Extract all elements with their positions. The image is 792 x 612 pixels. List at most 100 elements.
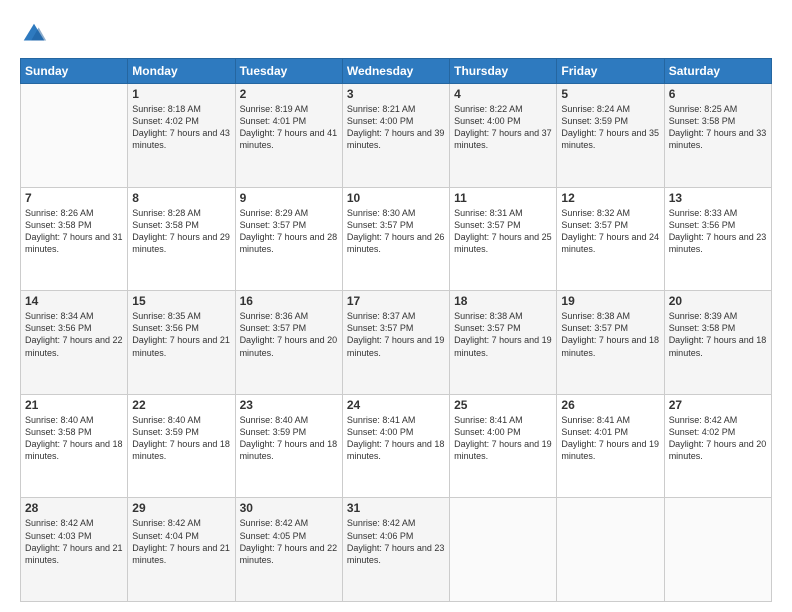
- day-info: Sunrise: 8:42 AM Sunset: 4:05 PM Dayligh…: [240, 517, 338, 566]
- day-info: Sunrise: 8:42 AM Sunset: 4:03 PM Dayligh…: [25, 517, 123, 566]
- calendar-cell: 5Sunrise: 8:24 AM Sunset: 3:59 PM Daylig…: [557, 84, 664, 188]
- calendar-cell: 30 Sunrise: 8:42 AM Sunset: 4:05 PM Dayli…: [235, 498, 342, 602]
- day-info: Sunrise: 8:41 AM Sunset: 4:00 PM Dayligh…: [347, 414, 445, 463]
- day-number: 30: [240, 501, 338, 515]
- day-number: 7: [25, 191, 123, 205]
- day-info: Sunrise: 8:35 AM Sunset: 3:56 PM Dayligh…: [132, 310, 230, 359]
- day-info: Sunrise: 8:41 AM Sunset: 4:00 PM Dayligh…: [454, 414, 552, 463]
- calendar-cell: 27 Sunrise: 8:42 AM Sunset: 4:02 PM Dayli…: [664, 394, 771, 498]
- day-info: Sunrise: 8:41 AM Sunset: 4:01 PM Dayligh…: [561, 414, 659, 463]
- weekday-header-row: SundayMondayTuesdayWednesdayThursdayFrid…: [21, 59, 772, 84]
- day-info: Sunrise: 8:40 AM Sunset: 3:59 PM Dayligh…: [132, 414, 230, 463]
- calendar-cell: 21Sunrise: 8:40 AM Sunset: 3:58 PM Dayli…: [21, 394, 128, 498]
- day-info: Sunrise: 8:32 AM Sunset: 3:57 PM Dayligh…: [561, 207, 659, 256]
- day-number: 18: [454, 294, 552, 308]
- day-number: 5: [561, 87, 659, 101]
- day-number: 22: [132, 398, 230, 412]
- day-number: 2: [240, 87, 338, 101]
- weekday-header-monday: Monday: [128, 59, 235, 84]
- logo: [20, 20, 50, 48]
- calendar-cell: [21, 84, 128, 188]
- calendar-week-row-5: 28 Sunrise: 8:42 AM Sunset: 4:03 PM Dayli…: [21, 498, 772, 602]
- day-info: Sunrise: 8:40 AM Sunset: 3:59 PM Dayligh…: [240, 414, 338, 463]
- day-info: Sunrise: 8:25 AM Sunset: 3:58 PM Dayligh…: [669, 103, 767, 152]
- day-info: Sunrise: 8:19 AM Sunset: 4:01 PM Dayligh…: [240, 103, 338, 152]
- day-number: 1: [132, 87, 230, 101]
- calendar-cell: 13 Sunrise: 8:33 AM Sunset: 3:56 PM Dayli…: [664, 187, 771, 291]
- day-info: Sunrise: 8:34 AM Sunset: 3:56 PM Dayligh…: [25, 310, 123, 359]
- calendar-cell: 25 Sunrise: 8:41 AM Sunset: 4:00 PM Dayli…: [450, 394, 557, 498]
- calendar-cell: 14 Sunrise: 8:34 AM Sunset: 3:56 PM Dayli…: [21, 291, 128, 395]
- day-info: Sunrise: 8:18 AM Sunset: 4:02 PM Dayligh…: [132, 103, 230, 152]
- day-number: 17: [347, 294, 445, 308]
- day-info: Sunrise: 8:38 AM Sunset: 3:57 PM Dayligh…: [561, 310, 659, 359]
- day-info: Sunrise: 8:37 AM Sunset: 3:57 PM Dayligh…: [347, 310, 445, 359]
- day-number: 10: [347, 191, 445, 205]
- calendar-cell: [664, 498, 771, 602]
- day-number: 11: [454, 191, 552, 205]
- day-number: 14: [25, 294, 123, 308]
- calendar-cell: 20Sunrise: 8:39 AM Sunset: 3:58 PM Dayli…: [664, 291, 771, 395]
- day-number: 15: [132, 294, 230, 308]
- day-info: Sunrise: 8:26 AM Sunset: 3:58 PM Dayligh…: [25, 207, 123, 256]
- calendar-cell: 24 Sunrise: 8:41 AM Sunset: 4:00 PM Dayli…: [342, 394, 449, 498]
- weekday-header-friday: Friday: [557, 59, 664, 84]
- day-number: 24: [347, 398, 445, 412]
- calendar-cell: 6 Sunrise: 8:25 AM Sunset: 3:58 PM Daylig…: [664, 84, 771, 188]
- page: SundayMondayTuesdayWednesdayThursdayFrid…: [0, 0, 792, 612]
- calendar-cell: 4Sunrise: 8:22 AM Sunset: 4:00 PM Daylig…: [450, 84, 557, 188]
- day-number: 9: [240, 191, 338, 205]
- calendar-week-row-2: 7 Sunrise: 8:26 AM Sunset: 3:58 PM Daylig…: [21, 187, 772, 291]
- day-number: 31: [347, 501, 445, 515]
- day-info: Sunrise: 8:38 AM Sunset: 3:57 PM Dayligh…: [454, 310, 552, 359]
- day-info: Sunrise: 8:30 AM Sunset: 3:57 PM Dayligh…: [347, 207, 445, 256]
- calendar-cell: 11 Sunrise: 8:31 AM Sunset: 3:57 PM Dayli…: [450, 187, 557, 291]
- day-info: Sunrise: 8:28 AM Sunset: 3:58 PM Dayligh…: [132, 207, 230, 256]
- weekday-header-wednesday: Wednesday: [342, 59, 449, 84]
- calendar-cell: 18 Sunrise: 8:38 AM Sunset: 3:57 PM Dayli…: [450, 291, 557, 395]
- calendar-cell: 31Sunrise: 8:42 AM Sunset: 4:06 PM Dayli…: [342, 498, 449, 602]
- calendar-cell: 19 Sunrise: 8:38 AM Sunset: 3:57 PM Dayli…: [557, 291, 664, 395]
- day-number: 26: [561, 398, 659, 412]
- day-info: Sunrise: 8:42 AM Sunset: 4:04 PM Dayligh…: [132, 517, 230, 566]
- day-info: Sunrise: 8:31 AM Sunset: 3:57 PM Dayligh…: [454, 207, 552, 256]
- logo-icon: [20, 20, 48, 48]
- day-info: Sunrise: 8:21 AM Sunset: 4:00 PM Dayligh…: [347, 103, 445, 152]
- day-number: 29: [132, 501, 230, 515]
- day-number: 25: [454, 398, 552, 412]
- day-info: Sunrise: 8:42 AM Sunset: 4:02 PM Dayligh…: [669, 414, 767, 463]
- weekday-header-sunday: Sunday: [21, 59, 128, 84]
- calendar-week-row-4: 21Sunrise: 8:40 AM Sunset: 3:58 PM Dayli…: [21, 394, 772, 498]
- day-number: 23: [240, 398, 338, 412]
- day-number: 8: [132, 191, 230, 205]
- calendar-cell: 29 Sunrise: 8:42 AM Sunset: 4:04 PM Dayli…: [128, 498, 235, 602]
- day-info: Sunrise: 8:33 AM Sunset: 3:56 PM Dayligh…: [669, 207, 767, 256]
- calendar-cell: 28 Sunrise: 8:42 AM Sunset: 4:03 PM Dayli…: [21, 498, 128, 602]
- calendar-week-row-1: 1 Sunrise: 8:18 AM Sunset: 4:02 PM Daylig…: [21, 84, 772, 188]
- calendar-cell: [557, 498, 664, 602]
- calendar-cell: [450, 498, 557, 602]
- day-info: Sunrise: 8:36 AM Sunset: 3:57 PM Dayligh…: [240, 310, 338, 359]
- calendar-cell: 9 Sunrise: 8:29 AM Sunset: 3:57 PM Daylig…: [235, 187, 342, 291]
- weekday-header-tuesday: Tuesday: [235, 59, 342, 84]
- weekday-header-saturday: Saturday: [664, 59, 771, 84]
- day-number: 27: [669, 398, 767, 412]
- day-info: Sunrise: 8:29 AM Sunset: 3:57 PM Dayligh…: [240, 207, 338, 256]
- day-number: 4: [454, 87, 552, 101]
- weekday-header-thursday: Thursday: [450, 59, 557, 84]
- day-number: 6: [669, 87, 767, 101]
- calendar-cell: 1 Sunrise: 8:18 AM Sunset: 4:02 PM Daylig…: [128, 84, 235, 188]
- calendar-cell: 3Sunrise: 8:21 AM Sunset: 4:00 PM Daylig…: [342, 84, 449, 188]
- calendar-cell: 12 Sunrise: 8:32 AM Sunset: 3:57 PM Dayli…: [557, 187, 664, 291]
- calendar-cell: 15 Sunrise: 8:35 AM Sunset: 3:56 PM Dayli…: [128, 291, 235, 395]
- day-number: 13: [669, 191, 767, 205]
- day-info: Sunrise: 8:40 AM Sunset: 3:58 PM Dayligh…: [25, 414, 123, 463]
- day-number: 19: [561, 294, 659, 308]
- day-number: 28: [25, 501, 123, 515]
- calendar-cell: 2 Sunrise: 8:19 AM Sunset: 4:01 PM Daylig…: [235, 84, 342, 188]
- header: [20, 16, 772, 48]
- day-number: 20: [669, 294, 767, 308]
- calendar-week-row-3: 14 Sunrise: 8:34 AM Sunset: 3:56 PM Dayli…: [21, 291, 772, 395]
- calendar-cell: 17 Sunrise: 8:37 AM Sunset: 3:57 PM Dayli…: [342, 291, 449, 395]
- day-number: 12: [561, 191, 659, 205]
